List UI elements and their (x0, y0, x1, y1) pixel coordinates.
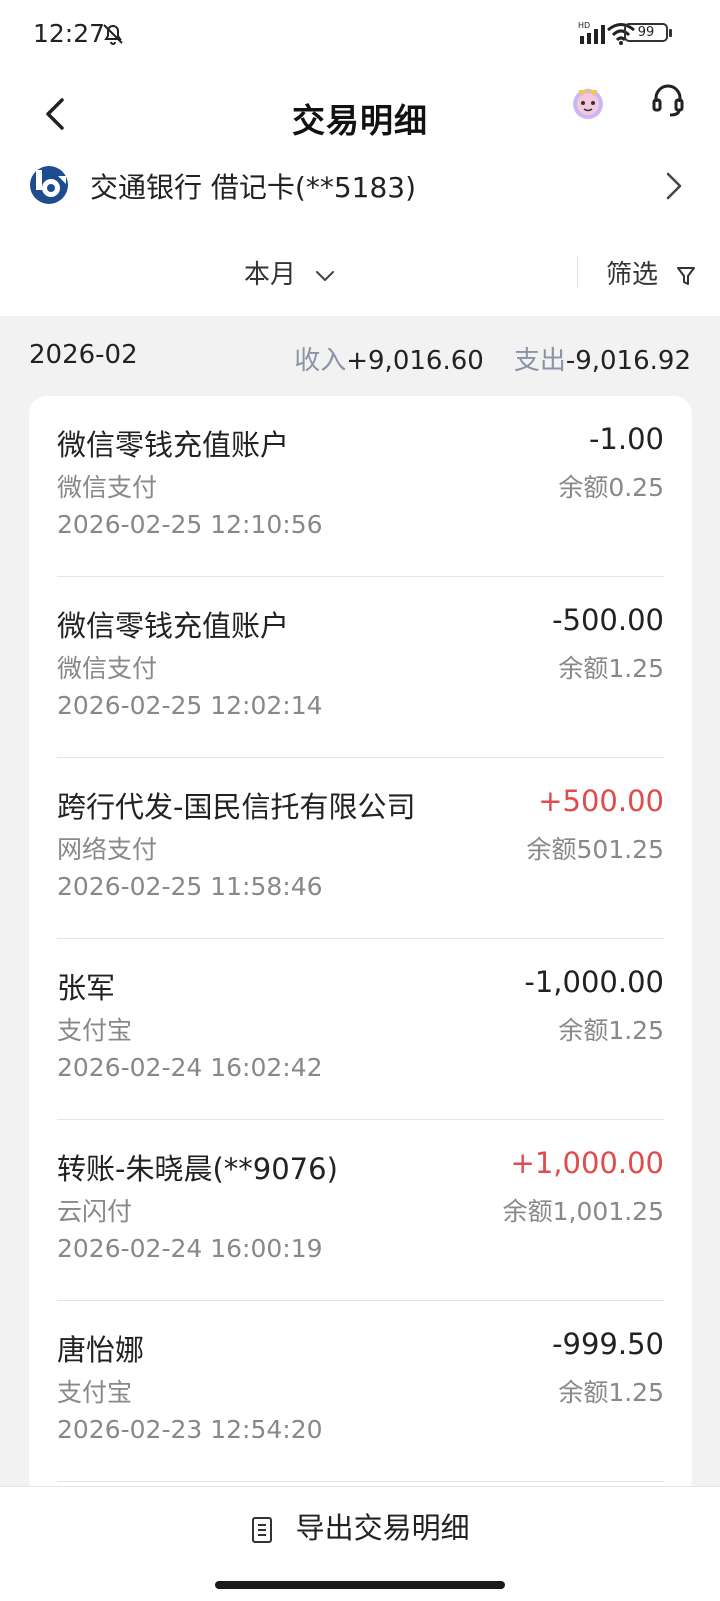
transaction-row[interactable]: 张军 -1,000.00 支付宝 余额1.25 2026-02-24 16:02… (57, 939, 664, 1120)
mascot-icon[interactable] (568, 82, 608, 122)
transaction-time: 2026-02-23 12:54:20 (57, 1415, 323, 1444)
transaction-amount: -1,000.00 (524, 965, 664, 999)
transaction-row[interactable]: 唐怡娜 -999.50 支付宝 余额1.25 2026-02-23 12:54:… (57, 1301, 664, 1482)
transaction-row[interactable]: 微信零钱充值账户 -500.00 微信支付 余额1.25 2026-02-25 … (57, 577, 664, 758)
headset-icon[interactable] (648, 80, 688, 120)
income-value: +9,016.60 (346, 346, 484, 376)
filter-button[interactable]: 筛选 (606, 254, 696, 291)
transaction-amount: -1.00 (588, 422, 664, 456)
network-label: HD (578, 21, 590, 30)
transaction-channel: 支付宝 (57, 1378, 133, 1407)
filter-label: 筛选 (606, 260, 659, 290)
status-time: 12:27 (33, 19, 106, 48)
transaction-list: 微信零钱充值账户 -1.00 微信支付 余额0.25 2026-02-25 12… (29, 396, 692, 1496)
transaction-time: 2026-02-24 16:02:42 (57, 1053, 323, 1082)
transaction-amount: +500.00 (538, 784, 664, 818)
summary-month: 2026-02 (29, 340, 138, 370)
card-name: 交通银行 借记卡(**5183) (90, 171, 417, 204)
transaction-balance: 余额1.25 (558, 1378, 664, 1407)
transaction-channel: 支付宝 (57, 1016, 133, 1045)
transaction-time: 2026-02-25 12:10:56 (57, 510, 323, 539)
transaction-name: 跨行代发-国民信托有限公司 (57, 790, 416, 824)
transaction-balance: 余额1.25 (558, 654, 664, 683)
battery-icon: 99 (624, 23, 672, 42)
chevron-right-icon (666, 172, 682, 200)
bell-muted-icon (103, 24, 123, 45)
bank-logo-icon (30, 166, 68, 204)
transaction-balance: 余额1.25 (558, 1016, 664, 1045)
transaction-name: 唐怡娜 (57, 1333, 145, 1367)
document-icon (252, 1517, 273, 1543)
transaction-channel: 微信支付 (57, 473, 158, 502)
filter-bar: 本月 筛选 (0, 236, 720, 306)
transaction-name: 转账-朱晓晨(**9076) (57, 1152, 338, 1186)
card-selector[interactable]: 交通银行 借记卡(**5183) (0, 148, 720, 228)
period-label: 本月 (244, 260, 297, 290)
chevron-down-icon (316, 270, 335, 281)
transaction-name: 微信零钱充值账户 (57, 609, 290, 643)
home-indicator[interactable] (215, 1581, 505, 1589)
period-dropdown[interactable]: 本月 (244, 254, 336, 291)
transaction-channel: 云闪付 (57, 1197, 133, 1226)
transaction-amount: -500.00 (552, 603, 664, 637)
status-bar: 12:27 HD 99 (0, 0, 720, 70)
expense-label: 支出 (513, 346, 566, 376)
transaction-name: 张军 (57, 971, 116, 1005)
month-summary: 2026-02 收入+9,016.60 支出-9,016.92 (0, 330, 720, 382)
transaction-channel: 微信支付 (57, 654, 158, 683)
transaction-balance: 余额0.25 (558, 473, 664, 502)
transaction-channel: 网络支付 (57, 835, 158, 864)
transaction-time: 2026-02-25 12:02:14 (57, 691, 323, 720)
transaction-name: 微信零钱充值账户 (57, 428, 290, 462)
transaction-row[interactable]: 转账-朱晓晨(**9076) +1,000.00 云闪付 余额1,001.25 … (57, 1120, 664, 1301)
transaction-amount: -999.50 (552, 1327, 664, 1361)
funnel-icon (677, 266, 696, 285)
page-title: 交易明细 (292, 101, 428, 140)
income-label: 收入 (294, 346, 347, 376)
header-panel: 12:27 HD 99 交易明细 交通银行 借记卡(**5183) 本月 筛选 (0, 0, 720, 316)
transaction-row[interactable]: 微信零钱充值账户 -1.00 微信支付 余额0.25 2026-02-25 12… (57, 396, 664, 577)
export-label: 导出交易明细 (295, 1511, 470, 1545)
divider (577, 256, 578, 288)
summary-totals: 收入+9,016.60 支出-9,016.92 (294, 340, 691, 377)
transaction-balance: 余额501.25 (526, 835, 664, 864)
expense-value: -9,016.92 (565, 346, 691, 376)
export-button[interactable]: 导出交易明细 (0, 1505, 720, 1547)
transaction-time: 2026-02-24 16:00:19 (57, 1234, 323, 1263)
transaction-amount: +1,000.00 (510, 1146, 664, 1180)
transaction-balance: 余额1,001.25 (502, 1197, 664, 1226)
transaction-time: 2026-02-25 11:58:46 (57, 872, 323, 901)
transaction-row[interactable]: 跨行代发-国民信托有限公司 +500.00 网络支付 余额501.25 2026… (57, 758, 664, 939)
